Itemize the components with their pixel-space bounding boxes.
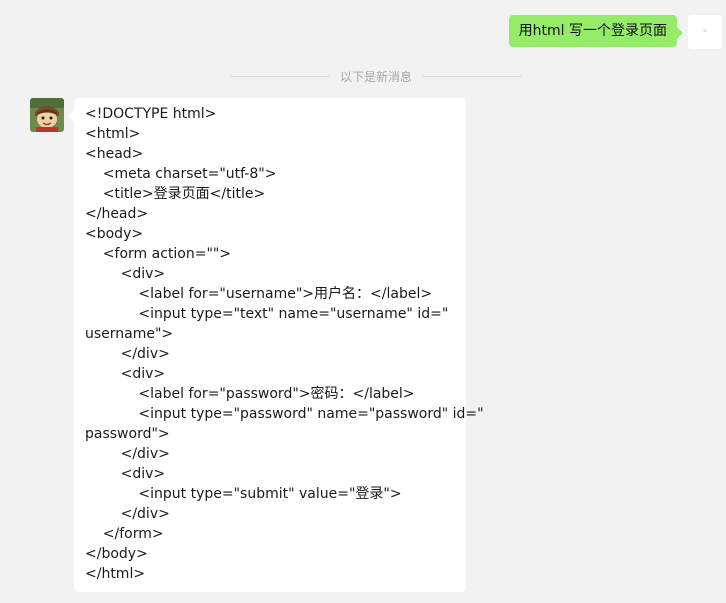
code-line: </html>: [85, 566, 146, 582]
code-line: </div>: [85, 506, 170, 522]
code-line: username">: [85, 326, 174, 342]
code-line: </div>: [85, 346, 170, 362]
divider-line-right: [422, 76, 523, 77]
self-avatar[interactable]: ◦: [688, 15, 722, 49]
bot-avatar[interactable]: [30, 98, 64, 132]
code-line: <input type="password" name="password" i…: [85, 406, 484, 422]
code-line: <meta charset="utf-8">: [85, 166, 277, 182]
code-line: <form action="">: [85, 246, 232, 262]
new-messages-divider: 以下是新消息: [230, 68, 523, 85]
code-line: <div>: [85, 466, 166, 482]
bot-avatar-icon: [30, 98, 64, 132]
code-line: <label for="username">用户名：</label>: [85, 286, 433, 302]
code-line: <html>: [85, 126, 141, 142]
code-line: <div>: [85, 366, 166, 382]
code-line: <input type="submit" value="登录">: [85, 486, 402, 502]
code-line: <!DOCTYPE html>: [85, 106, 217, 122]
code-line: <div>: [85, 266, 166, 282]
divider-line-left: [230, 76, 330, 77]
sent-message-bubble[interactable]: 用html 写一个登录页面: [508, 15, 684, 47]
code-line: </body>: [85, 546, 148, 562]
sent-message-row: 用html 写一个登录页面 ◦: [508, 15, 722, 49]
code-line: <body>: [85, 226, 144, 242]
code-line: </form>: [85, 526, 164, 542]
chat-window: { "sent_message": { "text": "用html 写一个登录…: [0, 0, 726, 603]
code-line: password">: [85, 426, 170, 442]
divider-label: 以下是新消息: [340, 70, 413, 84]
code-line: <head>: [85, 146, 144, 162]
code-line: <label for="password">密码：</label>: [85, 386, 415, 402]
code-line: </head>: [85, 206, 149, 222]
received-message-bubble[interactable]: <!DOCTYPE html> <html> <head> <meta char…: [68, 98, 484, 592]
received-message-row: <!DOCTYPE html> <html> <head> <meta char…: [30, 98, 484, 592]
code-line: </div>: [85, 446, 170, 462]
code-line: <input type="text" name="username" id=": [85, 306, 449, 322]
code-line: <title>登录页面</title>: [85, 186, 266, 202]
